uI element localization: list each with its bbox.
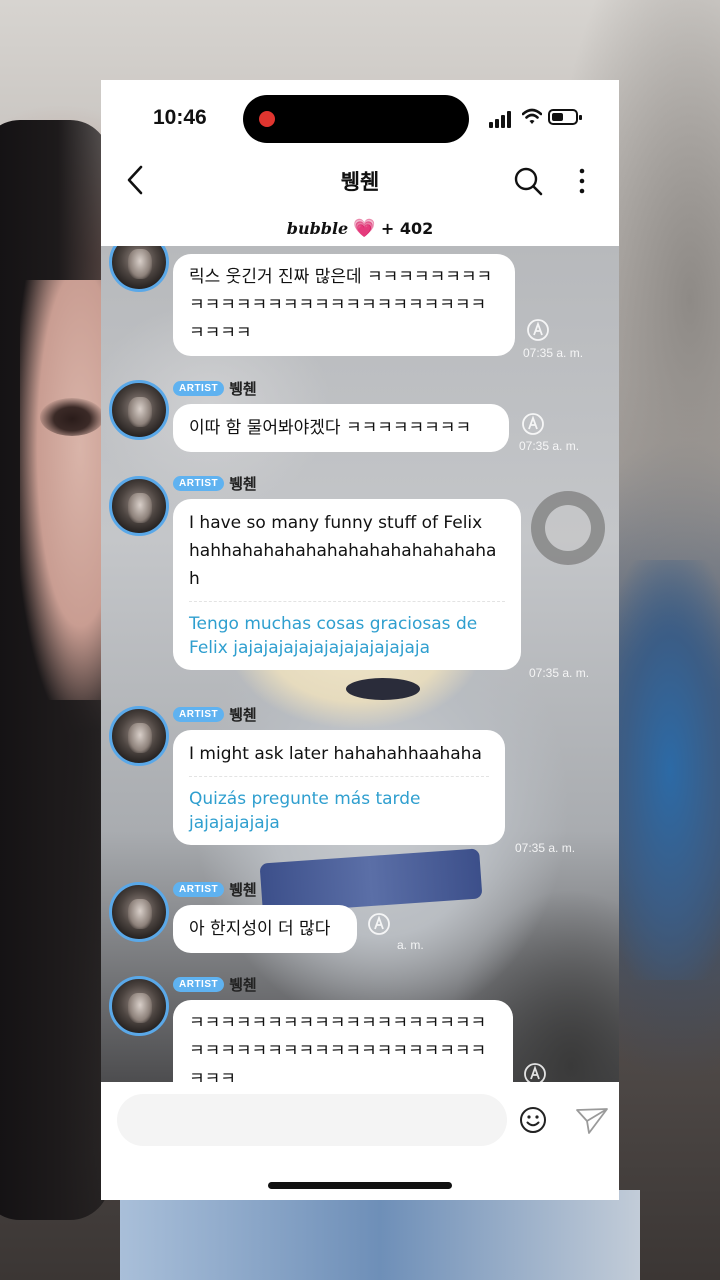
translate-icon[interactable]: [521, 412, 545, 436]
status-time: 10:46: [153, 106, 207, 129]
sender-row: ARTIST 뷍췐: [173, 974, 257, 994]
message-bubble[interactable]: 아 한지성이 더 많다: [173, 905, 357, 953]
heart-icon: 💗: [353, 218, 376, 239]
message-bubble[interactable]: 릭스 웃긴거 진짜 많은데 ㅋㅋㅋㅋㅋㅋㅋㅋㅋㅋㅋㅋㅋㅋㅋㅋㅋㅋㅋㅋㅋㅋㅋㅋㅋㅋ…: [173, 254, 515, 356]
message-bubble[interactable]: I have so many funny stuff of Felix hahh…: [173, 499, 521, 670]
sender-name: 뷍췐: [229, 881, 257, 899]
message-time: 07:35 a. m.: [519, 439, 580, 453]
sender-row: ARTIST 뷍췐: [173, 473, 257, 493]
wallpaper-plush-eye: [346, 678, 420, 700]
message-bubble[interactable]: I might ask later hahahahhaahaha Quizás …: [173, 730, 505, 845]
sender-row: ARTIST 뷍췐: [173, 378, 257, 398]
chat-area[interactable]: 릭스 웃긴거 진짜 많은데 ㅋㅋㅋㅋㅋㅋㅋㅋㅋㅋㅋㅋㅋㅋㅋㅋㅋㅋㅋㅋㅋㅋㅋㅋㅋㅋ…: [101, 246, 619, 1082]
bubble-count-value: + 402: [380, 219, 434, 238]
sender-name: 뷍췐: [229, 380, 257, 398]
translation-divider: [189, 776, 489, 777]
artist-badge: ARTIST: [173, 476, 225, 491]
recording-indicator-icon: [259, 111, 275, 127]
phone-screen: 10:46 릭스 웃긴거 진짜 많은데 ㅋㅋㅋㅋㅋㅋㅋㅋㅋㅋㅋㅋㅋㅋㅋㅋㅋㅋㅋㅋ…: [101, 80, 619, 1200]
translate-icon[interactable]: [523, 1062, 547, 1082]
message-input[interactable]: [117, 1094, 507, 1146]
wifi-icon: [522, 108, 542, 124]
sender-avatar[interactable]: [109, 380, 169, 440]
sender-avatar[interactable]: [109, 706, 169, 766]
message-translation: Tengo muchas cosas graciosas de Felix ja…: [189, 614, 483, 658]
sender-name: 뷍췐: [229, 976, 257, 994]
message-translation: Quizás pregunte más tarde jajajajajaja: [189, 789, 426, 833]
message-text: I have so many funny stuff of Felix hahh…: [189, 513, 502, 589]
search-icon[interactable]: [513, 166, 543, 196]
sender-avatar[interactable]: [109, 976, 169, 1036]
message-text: I might ask later hahahahhaahaha: [189, 744, 482, 764]
message-text: 릭스 웃긴거 진짜 많은데 ㅋㅋㅋㅋㅋㅋㅋㅋㅋㅋㅋㅋㅋㅋㅋㅋㅋㅋㅋㅋㅋㅋㅋㅋㅋㅋ…: [189, 267, 493, 343]
sender-row: ARTIST 뷍췐: [173, 879, 257, 899]
translate-icon[interactable]: [526, 318, 550, 342]
message-bubble[interactable]: ㅋㅋㅋㅋㅋㅋㅋㅋㅋㅋㅋㅋㅋㅋㅋㅋㅋㅋㅋㅋㅋㅋㅋㅋㅋㅋㅋㅋㅋㅋㅋㅋㅋㅋㅋㅋㅋㅋㅋㅋ…: [173, 1000, 513, 1082]
sender-avatar[interactable]: [109, 476, 169, 536]
sender-avatar[interactable]: [109, 882, 169, 942]
input-bar: [101, 1082, 619, 1200]
wallpaper-ribbon: [259, 848, 483, 914]
translation-divider: [189, 601, 505, 602]
message-time: a. m.: [397, 938, 424, 952]
sender-name: 뷍췐: [229, 475, 257, 493]
message-time: 07:35 a. m.: [529, 666, 590, 680]
artist-badge: ARTIST: [173, 707, 225, 722]
translate-icon[interactable]: [367, 912, 391, 936]
message-text: 아 한지성이 더 많다: [189, 919, 331, 939]
background-shirt: [120, 1190, 640, 1280]
signal-icon: [489, 110, 515, 128]
message-time: 07:35 a. m.: [515, 841, 576, 855]
artist-badge: ARTIST: [173, 882, 225, 897]
sender-name: 뷍췐: [229, 706, 257, 724]
home-indicator[interactable]: [268, 1182, 452, 1189]
message-text: 이따 함 물어봐야겠다 ㅋㅋㅋㅋㅋㅋㅋㅋ: [189, 418, 472, 438]
sender-row: ARTIST 뷍췐: [173, 704, 257, 724]
battery-icon: [548, 109, 582, 125]
message-time: 07:35 a. m.: [523, 346, 584, 360]
sender-avatar[interactable]: [109, 246, 169, 292]
dynamic-island: [243, 95, 469, 143]
status-bar: 10:46: [101, 80, 619, 160]
wallpaper-ring: [531, 491, 605, 565]
message-bubble[interactable]: 이따 함 물어봐야겠다 ㅋㅋㅋㅋㅋㅋㅋㅋ: [173, 404, 509, 452]
bubble-brand: bubble: [286, 219, 349, 238]
artist-badge: ARTIST: [173, 977, 225, 992]
smiley-icon[interactable]: [519, 1106, 547, 1134]
send-icon[interactable]: [575, 1106, 609, 1136]
bubble-count: bubble 💗 + 402: [101, 218, 619, 239]
more-vertical-icon[interactable]: [575, 166, 589, 196]
background-eye: [40, 398, 104, 436]
message-text: ㅋㅋㅋㅋㅋㅋㅋㅋㅋㅋㅋㅋㅋㅋㅋㅋㅋㅋㅋㅋㅋㅋㅋㅋㅋㅋㅋㅋㅋㅋㅋㅋㅋㅋㅋㅋㅋㅋㅋㅋ…: [189, 1013, 487, 1082]
artist-badge: ARTIST: [173, 381, 225, 396]
